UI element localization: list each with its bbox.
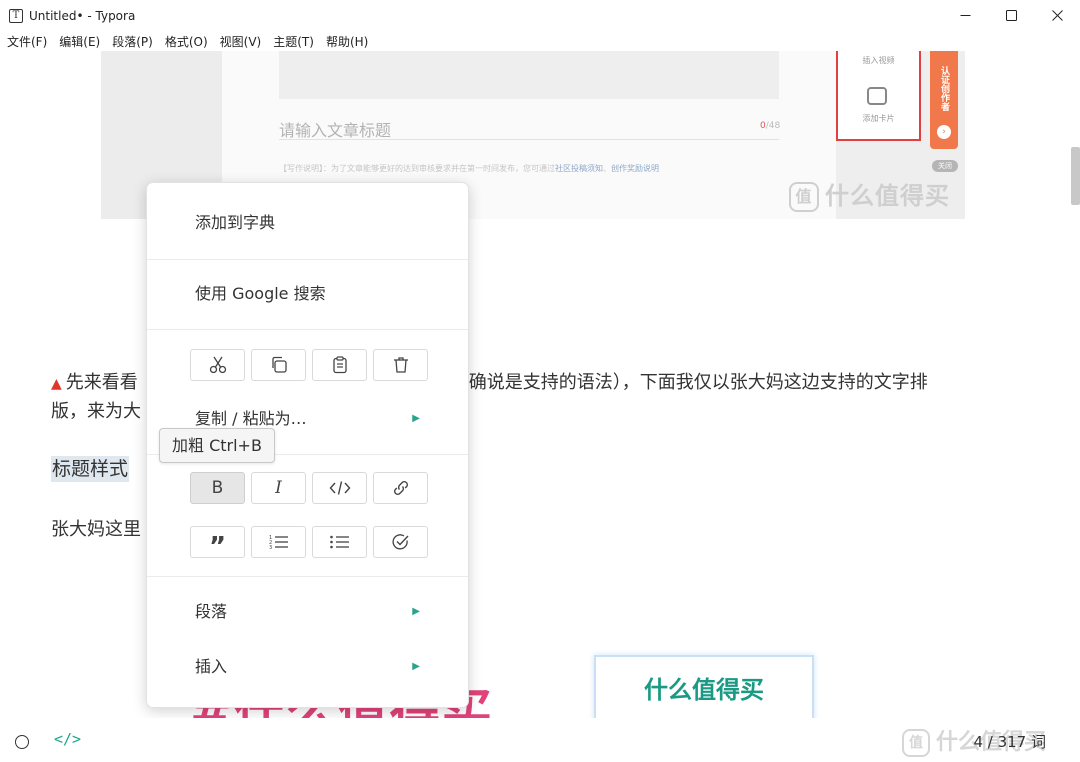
embedded-desc-link-1: 社区投稿须知 [555, 164, 603, 173]
menu-paragraph-label: 段落 [195, 602, 228, 621]
bold-button[interactable]: B [190, 472, 245, 504]
menu-copy-paste-as-label: 复制 / 粘贴为… [195, 409, 307, 428]
menu-paragraph-submenu[interactable]: 段落 ▶ [147, 592, 468, 632]
code-icon [329, 481, 350, 495]
menu-theme[interactable]: 主题(T) [273, 33, 314, 50]
menu-google-search[interactable]: 使用 Google 搜索 [147, 274, 468, 314]
window-title: Untitled• - Typora [29, 8, 136, 23]
watermark-logo-icon: 值 [789, 182, 819, 212]
delete-button[interactable] [373, 349, 428, 381]
context-menu-separator [147, 329, 468, 330]
embedded-card-label-video: 插入视频 [862, 56, 895, 65]
embedded-watermark-text: 什么值得买 [825, 182, 950, 210]
embedded-divider [279, 139, 779, 140]
menu-add-to-dictionary[interactable]: 添加到字典 [147, 203, 468, 243]
paragraph-intro-line2-start: 版，来为大 [51, 401, 141, 422]
embedded-title-counter: 0/48 [760, 121, 780, 131]
menu-format[interactable]: 格式(O) [165, 33, 208, 50]
embedded-orange-tab-text: 认证创作者 [939, 65, 949, 111]
selected-heading-text[interactable]: 标题样式 [51, 456, 130, 482]
menu-bar: 文件(F) 编辑(E) 段落(P) 格式(O) 视图(V) 主题(T) 帮助(H… [0, 31, 380, 51]
source-code-toggle-icon[interactable]: </> [54, 730, 81, 748]
window-controls [942, 0, 1080, 31]
bold-icon: B [211, 478, 224, 498]
paste-button[interactable] [312, 349, 367, 381]
link-button[interactable] [373, 472, 428, 504]
menu-add-to-dictionary-label: 添加到字典 [195, 213, 276, 232]
embedded-desc-link-2: 创作奖励说明 [611, 164, 659, 173]
menu-paragraph[interactable]: 段落(P) [112, 33, 153, 50]
title-bar: T Untitled• - Typora [0, 0, 1080, 31]
unordered-list-button[interactable] [312, 526, 367, 558]
delete-icon [393, 357, 408, 373]
menu-insert-label: 插入 [195, 657, 228, 676]
close-button[interactable] [1034, 0, 1080, 31]
menu-view[interactable]: 视图(V) [220, 33, 262, 50]
maximize-button[interactable] [988, 0, 1034, 31]
svg-text:3: 3 [269, 545, 272, 551]
embedded-logo-image[interactable]: 什么值得买 [594, 655, 814, 718]
submenu-arrow-icon: ▶ [412, 661, 420, 672]
embedded-close-badge: 关闭 [932, 160, 958, 172]
menu-edit[interactable]: 编辑(E) [59, 33, 100, 50]
watermark-logo-icon: 值 [901, 729, 930, 757]
unordered-list-icon [329, 535, 349, 549]
ordered-list-button[interactable]: 123 [251, 526, 306, 558]
embedded-counter-max: /48 [765, 121, 781, 131]
menu-google-search-label: 使用 Google 搜索 [195, 284, 326, 303]
menu-file[interactable]: 文件(F) [7, 33, 47, 50]
embedded-logo-text: 什么值得买 [644, 676, 764, 704]
outline-toggle-icon[interactable] [15, 735, 29, 749]
paragraph-second[interactable]: 张大妈这里 [51, 517, 141, 543]
cut-icon [209, 356, 226, 374]
embedded-card-label-card: 添加卡片 [862, 114, 895, 123]
bold-tooltip: 加粗 Ctrl+B [159, 428, 275, 463]
italic-icon: I [275, 478, 282, 498]
submenu-arrow-icon: ▶ [412, 606, 420, 617]
task-list-icon [391, 534, 409, 550]
minimize-icon [960, 15, 970, 16]
menu-help[interactable]: 帮助(H) [326, 33, 368, 50]
code-button[interactable] [312, 472, 367, 504]
task-list-button[interactable] [373, 526, 428, 558]
embedded-top-box [279, 51, 779, 99]
embedded-title-placeholder: 请输入文章标题 [279, 121, 392, 140]
typora-app-icon: T [9, 8, 23, 23]
word-count[interactable]: 4 / 317 词 [973, 731, 1046, 752]
paragraph-intro-line1-end: 准确说是支持的语法），下面我仅以张大妈这边支持的文字排 [450, 372, 928, 393]
embedded-watermark: 值什么值得买 [789, 176, 950, 212]
link-icon [393, 481, 408, 495]
paste-icon [332, 356, 347, 374]
italic-button[interactable]: I [251, 472, 306, 504]
add-card-icon [867, 87, 887, 105]
embedded-orange-tab: 认证创作者 › [930, 51, 958, 149]
minimize-button[interactable] [942, 0, 988, 31]
embedded-desc-text: 【写作说明】：为了文章能够更好的达到审核要求并在第一时间发布，您可通过 [279, 164, 555, 173]
quote-button[interactable]: ” [190, 526, 245, 562]
red-triangle-icon: ▲ [51, 376, 62, 392]
status-bar: </> 值什么值得买 4 / 317 词 [0, 718, 1080, 762]
context-menu-separator [147, 259, 468, 260]
menu-insert-submenu[interactable]: 插入 ▶ [147, 647, 468, 687]
paragraph-intro-line1-start: 先来看看 [65, 372, 138, 393]
cut-button[interactable] [190, 349, 245, 381]
quote-icon: ” [208, 532, 227, 562]
scrollbar-thumb[interactable] [1071, 147, 1080, 205]
copy-button[interactable] [251, 349, 306, 381]
embedded-red-card: 插入视频 添加卡片 [836, 51, 921, 141]
context-menu-separator [147, 576, 468, 577]
arrow-right-circle-icon: › [937, 125, 951, 139]
copy-icon [271, 356, 287, 373]
ordered-list-icon: 123 [269, 535, 288, 551]
embedded-description: 【写作说明】：为了文章能够更好的达到审核要求并在第一时间发布，您可通过社区投稿须… [279, 164, 659, 173]
submenu-arrow-icon: ▶ [412, 413, 420, 424]
maximize-icon [1005, 10, 1017, 21]
close-icon [1051, 10, 1063, 21]
